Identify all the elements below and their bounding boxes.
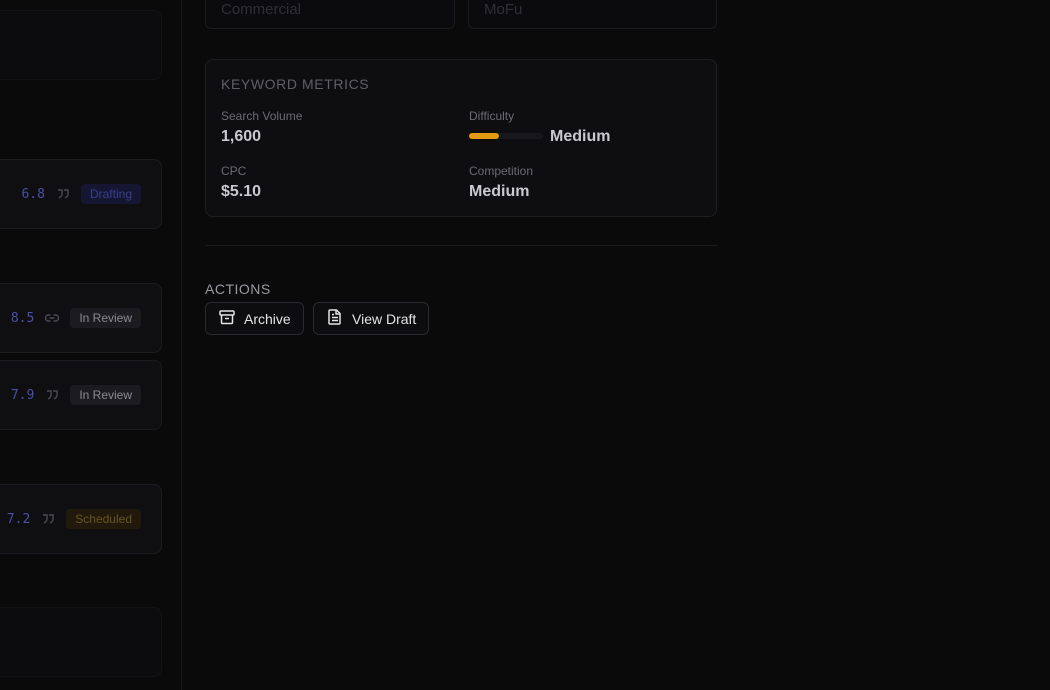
difficulty-value: Medium (550, 128, 611, 145)
funnel-stage-value: MoFu (484, 1, 523, 18)
list-item[interactable] (0, 10, 162, 80)
score-value: 7.9 (10, 387, 35, 403)
score-value: 7.2 (6, 511, 31, 527)
article-list: 6.8 Drafting 8.5 In Review 7.9 In Review… (0, 0, 182, 690)
view-draft-button-label: View Draft (352, 310, 417, 327)
search-intent-field[interactable]: Commercial (205, 0, 455, 29)
quote-icon (40, 511, 56, 527)
link-icon (44, 310, 60, 326)
competition-label: Competition (469, 164, 534, 178)
score-value: 8.5 (10, 310, 35, 326)
divider (205, 245, 717, 246)
score-value: 6.8 (21, 186, 45, 202)
difficulty-label: Difficulty (469, 109, 515, 123)
list-item[interactable]: 8.5 In Review (0, 283, 162, 353)
document-icon (326, 308, 344, 329)
status-badge (138, 636, 141, 648)
difficulty-bar-fill (469, 133, 499, 139)
list-item[interactable]: 7.2 Scheduled (0, 484, 162, 554)
status-badge: In Review (70, 385, 141, 405)
search-intent-value: Commercial (221, 1, 302, 18)
cpc-value: $5.10 (221, 183, 262, 200)
quote-icon (55, 186, 71, 202)
status-badge: Scheduled (66, 509, 141, 529)
status-badge: In Review (70, 308, 141, 328)
cpc-label: CPC (221, 164, 247, 178)
archive-button-label: Archive (244, 310, 291, 327)
keyword-metrics-panel: KEYWORD METRICS Search Volume 1,600 Diff… (205, 59, 717, 217)
search-volume-label: Search Volume (221, 109, 303, 123)
archive-button[interactable]: Archive (205, 302, 304, 335)
archive-icon (218, 308, 236, 329)
competition-value: Medium (469, 183, 530, 200)
status-badge (138, 39, 141, 51)
list-item[interactable]: 6.8 Drafting (0, 159, 162, 229)
status-badge: Drafting (80, 184, 141, 204)
funnel-stage-field[interactable]: MoFu (468, 0, 717, 29)
quote-icon (44, 387, 60, 403)
view-draft-button[interactable]: View Draft (313, 302, 430, 335)
actions-title: ACTIONS (205, 281, 271, 297)
search-volume-value: 1,600 (221, 128, 262, 145)
list-item[interactable] (0, 607, 162, 677)
section-title: KEYWORD METRICS (221, 76, 370, 92)
difficulty-bar (469, 133, 543, 139)
list-item[interactable]: 7.9 In Review (0, 360, 162, 430)
